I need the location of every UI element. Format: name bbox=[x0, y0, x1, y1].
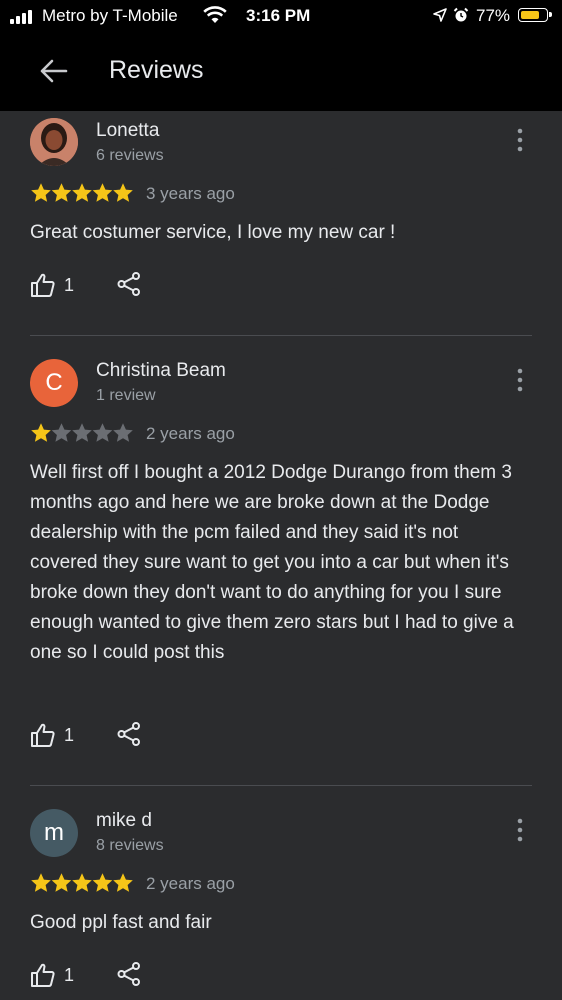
star-empty-icon bbox=[51, 423, 72, 442]
reviewer-avatar[interactable]: C bbox=[30, 359, 78, 407]
review-text: Good ppl fast and fair bbox=[30, 912, 212, 933]
thumbs-up-icon bbox=[31, 723, 55, 747]
star-filled-icon bbox=[72, 183, 92, 202]
like-count: 1 bbox=[64, 275, 75, 295]
share-icon[interactable] bbox=[116, 271, 142, 297]
reviewer-name[interactable]: Lonetta bbox=[96, 120, 159, 142]
like-button[interactable]: 1 bbox=[30, 962, 80, 992]
thumbs-up-icon bbox=[31, 273, 55, 297]
battery-icon bbox=[518, 8, 552, 22]
reviewer-avatar[interactable] bbox=[30, 118, 78, 166]
star-filled-icon bbox=[31, 183, 51, 202]
star-rating bbox=[30, 182, 134, 204]
stars-svg bbox=[31, 873, 133, 892]
star-rating bbox=[30, 422, 134, 444]
status-bar: Metro by T-Mobile 3:16 PM 77% bbox=[0, 0, 562, 32]
stars-svg bbox=[31, 183, 133, 202]
avatar-initial: m bbox=[44, 819, 64, 846]
arrow-left-icon[interactable] bbox=[38, 58, 68, 84]
reviewer-name[interactable]: Christina Beam bbox=[96, 360, 226, 382]
page-title: Reviews bbox=[109, 56, 204, 84]
star-filled-icon bbox=[92, 873, 113, 892]
location-arrow-icon bbox=[433, 8, 447, 22]
battery-percent: 77% bbox=[476, 6, 511, 25]
star-filled-icon bbox=[31, 423, 51, 442]
review-text: Well first off I bought a 2012 Dodge Dur… bbox=[30, 462, 514, 663]
carrier-name: Metro by T-Mobile bbox=[42, 6, 178, 25]
star-filled-icon bbox=[51, 873, 72, 892]
review-date: 2 years ago bbox=[146, 424, 235, 443]
app-bar: Reviews bbox=[0, 32, 562, 111]
reviewer-photo bbox=[30, 118, 78, 166]
reviewer-name[interactable]: mike d bbox=[96, 810, 152, 832]
star-empty-icon bbox=[92, 423, 113, 442]
like-count: 1 bbox=[64, 965, 75, 985]
star-filled-icon bbox=[31, 873, 51, 892]
star-filled-icon bbox=[113, 183, 133, 202]
reviewer-review-count: 1 review bbox=[96, 387, 156, 404]
star-empty-icon bbox=[72, 423, 92, 442]
review-text: Great costumer service, I love my new ca… bbox=[30, 222, 396, 243]
review-date: 3 years ago bbox=[146, 184, 235, 203]
wifi-icon bbox=[203, 6, 227, 23]
star-filled-icon bbox=[113, 873, 133, 892]
star-filled-icon bbox=[51, 183, 72, 202]
more-options-icon[interactable] bbox=[510, 817, 530, 843]
review-date: 2 years ago bbox=[146, 874, 235, 893]
star-empty-icon bbox=[113, 423, 133, 442]
share-icon[interactable] bbox=[116, 961, 142, 987]
stars-svg bbox=[31, 423, 133, 442]
avatar-initial: C bbox=[45, 369, 63, 396]
clock: 3:16 PM bbox=[246, 6, 311, 25]
like-count: 1 bbox=[64, 725, 75, 745]
reviewer-avatar[interactable]: m bbox=[30, 809, 78, 857]
more-options-icon[interactable] bbox=[510, 127, 530, 153]
thumbs-up-icon bbox=[31, 963, 55, 987]
star-filled-icon bbox=[72, 873, 92, 892]
divider bbox=[30, 335, 532, 336]
like-button[interactable]: 1 bbox=[30, 272, 80, 302]
reviewer-review-count: 6 reviews bbox=[96, 147, 164, 164]
star-filled-icon bbox=[92, 183, 113, 202]
more-options-icon[interactable] bbox=[510, 367, 530, 393]
like-button[interactable]: 1 bbox=[30, 722, 80, 752]
divider bbox=[30, 785, 532, 786]
star-rating bbox=[30, 872, 134, 894]
alarm-icon bbox=[453, 7, 469, 22]
share-icon[interactable] bbox=[116, 721, 142, 747]
reviewer-review-count: 8 reviews bbox=[96, 837, 164, 854]
